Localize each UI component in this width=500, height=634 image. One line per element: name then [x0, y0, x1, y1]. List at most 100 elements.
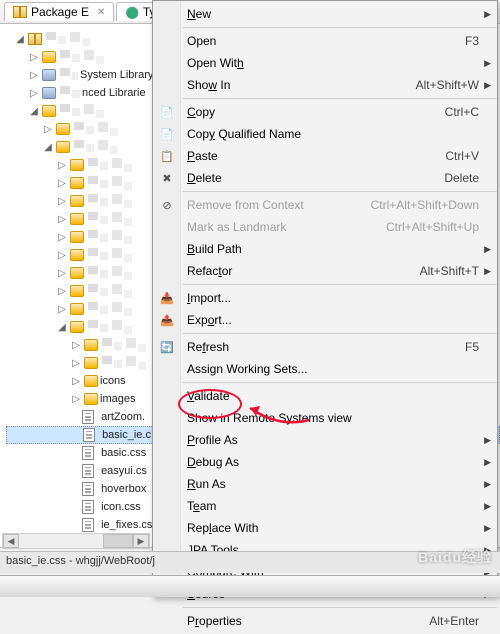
file-icon — [82, 446, 94, 460]
menu-new[interactable]: NNewew▶ — [153, 3, 497, 25]
expander-icon[interactable]: ▷ — [56, 196, 68, 207]
expander-icon[interactable]: ▷ — [28, 88, 40, 99]
tree-label: ie_fixes.cs — [101, 519, 152, 531]
expander-icon[interactable]: ▷ — [56, 286, 68, 297]
submenu-arrow-icon: ▶ — [484, 457, 491, 468]
tree-label: basic_ie.c — [102, 429, 151, 441]
separator — [183, 607, 497, 608]
submenu-arrow-icon: ▶ — [484, 58, 491, 69]
folder-icon — [70, 231, 84, 243]
menu-show-remote[interactable]: Show in Remote Systems view — [153, 407, 497, 429]
folder-icon — [70, 195, 84, 207]
folder-icon — [42, 51, 56, 63]
submenu-arrow-icon: ▶ — [484, 479, 491, 490]
expander-icon[interactable]: ▷ — [28, 70, 40, 81]
menu-refactor[interactable]: RefactorAlt+Shift+T▶ — [153, 260, 497, 282]
tree-label: hoverbox — [101, 483, 146, 495]
copy-icon: 📄 — [153, 106, 181, 119]
import-icon: 📥 — [153, 292, 181, 305]
expander-icon[interactable]: ◢ — [42, 142, 54, 153]
folder-icon — [70, 213, 84, 225]
expander-icon[interactable]: ▷ — [56, 268, 68, 279]
folder-icon — [70, 177, 84, 189]
separator — [183, 382, 497, 383]
expander-icon[interactable]: ▷ — [28, 52, 40, 63]
expander-icon[interactable]: ▷ — [56, 160, 68, 171]
file-icon — [83, 428, 95, 442]
menu-validate[interactable]: Validate — [153, 385, 497, 407]
expander-icon[interactable]: ▷ — [70, 394, 82, 405]
redacted-text — [60, 68, 78, 82]
library-icon — [42, 69, 56, 81]
menu-refresh[interactable]: 🔄RefreshF5 — [153, 336, 497, 358]
expander-icon[interactable]: ◢ — [14, 34, 26, 45]
tab-package-explorer[interactable]: Package E ✕ — [4, 2, 114, 21]
menu-build-path[interactable]: Build Path▶ — [153, 238, 497, 260]
expander-icon[interactable]: ▷ — [70, 376, 82, 387]
redacted-text — [88, 194, 132, 208]
scroll-thumb[interactable] — [103, 534, 133, 548]
menu-open-with[interactable]: Open With▶ — [153, 52, 497, 74]
tree-label: images — [100, 393, 135, 405]
library-icon — [42, 87, 56, 99]
scroll-left-button[interactable]: ◀ — [3, 534, 19, 548]
menu-replace-with[interactable]: Replace With▶ — [153, 517, 497, 539]
horizontal-scrollbar[interactable]: ◀ ▶ — [2, 533, 150, 549]
tree-label: artZoom. — [101, 411, 145, 423]
menu-assign-working-sets[interactable]: Assign Working Sets... — [153, 358, 497, 380]
menu-remove-context: ⊘Remove from ContextCtrl+Alt+Shift+Down — [153, 194, 497, 216]
expander-icon[interactable]: ▷ — [70, 358, 82, 369]
file-icon — [82, 410, 94, 424]
type-icon: ⬤ — [125, 5, 138, 19]
redacted-text — [88, 158, 132, 172]
menu-run-as[interactable]: Run As▶ — [153, 473, 497, 495]
status-text: basic_ie.css - whgjj/WebRoot/j — [6, 555, 155, 567]
redacted-text — [60, 50, 104, 64]
folder-icon — [56, 123, 70, 135]
expander-icon[interactable]: ▷ — [42, 124, 54, 135]
menu-delete[interactable]: ✖DeleteDelete — [153, 167, 497, 189]
folder-icon — [70, 267, 84, 279]
expander-icon[interactable]: ▷ — [56, 232, 68, 243]
close-icon[interactable]: ✕ — [97, 7, 105, 18]
menu-export[interactable]: 📤Export... — [153, 309, 497, 331]
redacted-text — [60, 104, 104, 118]
redacted-text — [102, 338, 146, 352]
menu-show-in[interactable]: Show InAlt+Shift+W▶ — [153, 74, 497, 96]
expander-icon[interactable]: ▷ — [56, 178, 68, 189]
menu-properties[interactable]: PropertiesAlt+Enter — [153, 610, 497, 632]
expander-icon[interactable]: ▷ — [56, 214, 68, 225]
scroll-right-button[interactable]: ▶ — [133, 534, 149, 548]
menu-copy-qualified[interactable]: 📄Copy Qualified Name — [153, 123, 497, 145]
expander-icon[interactable]: ◢ — [56, 322, 68, 333]
refresh-icon: 🔄 — [153, 341, 181, 354]
menu-copy[interactable]: 📄CopyCtrl+C — [153, 101, 497, 123]
menu-team[interactable]: Team▶ — [153, 495, 497, 517]
file-icon — [82, 482, 94, 496]
submenu-arrow-icon: ▶ — [484, 80, 491, 91]
menu-paste[interactable]: 📋PasteCtrl+V — [153, 145, 497, 167]
separator — [183, 191, 497, 192]
folder-icon — [84, 393, 98, 405]
expander-icon[interactable]: ▷ — [56, 304, 68, 315]
tree-label: basic.css — [101, 447, 146, 459]
redacted-text — [46, 32, 90, 46]
scroll-track[interactable] — [19, 534, 103, 548]
expander-icon[interactable]: ◢ — [28, 106, 40, 117]
file-icon — [82, 464, 94, 478]
tree-label: nced Librarie — [82, 87, 146, 99]
redacted-text — [88, 266, 132, 280]
menu-import[interactable]: 📥Import... — [153, 287, 497, 309]
expander-icon[interactable]: ▷ — [56, 250, 68, 261]
menu-profile-as[interactable]: Profile As▶ — [153, 429, 497, 451]
separator — [183, 27, 497, 28]
file-icon — [82, 500, 94, 514]
expander-icon[interactable]: ▷ — [70, 340, 82, 351]
folder-icon — [70, 249, 84, 261]
folder-icon — [70, 321, 84, 333]
folder-icon — [84, 375, 98, 387]
menu-open[interactable]: OpenF3 — [153, 30, 497, 52]
menu-debug-as[interactable]: Debug As▶ — [153, 451, 497, 473]
redacted-text — [88, 302, 132, 316]
folder-icon — [42, 105, 56, 117]
